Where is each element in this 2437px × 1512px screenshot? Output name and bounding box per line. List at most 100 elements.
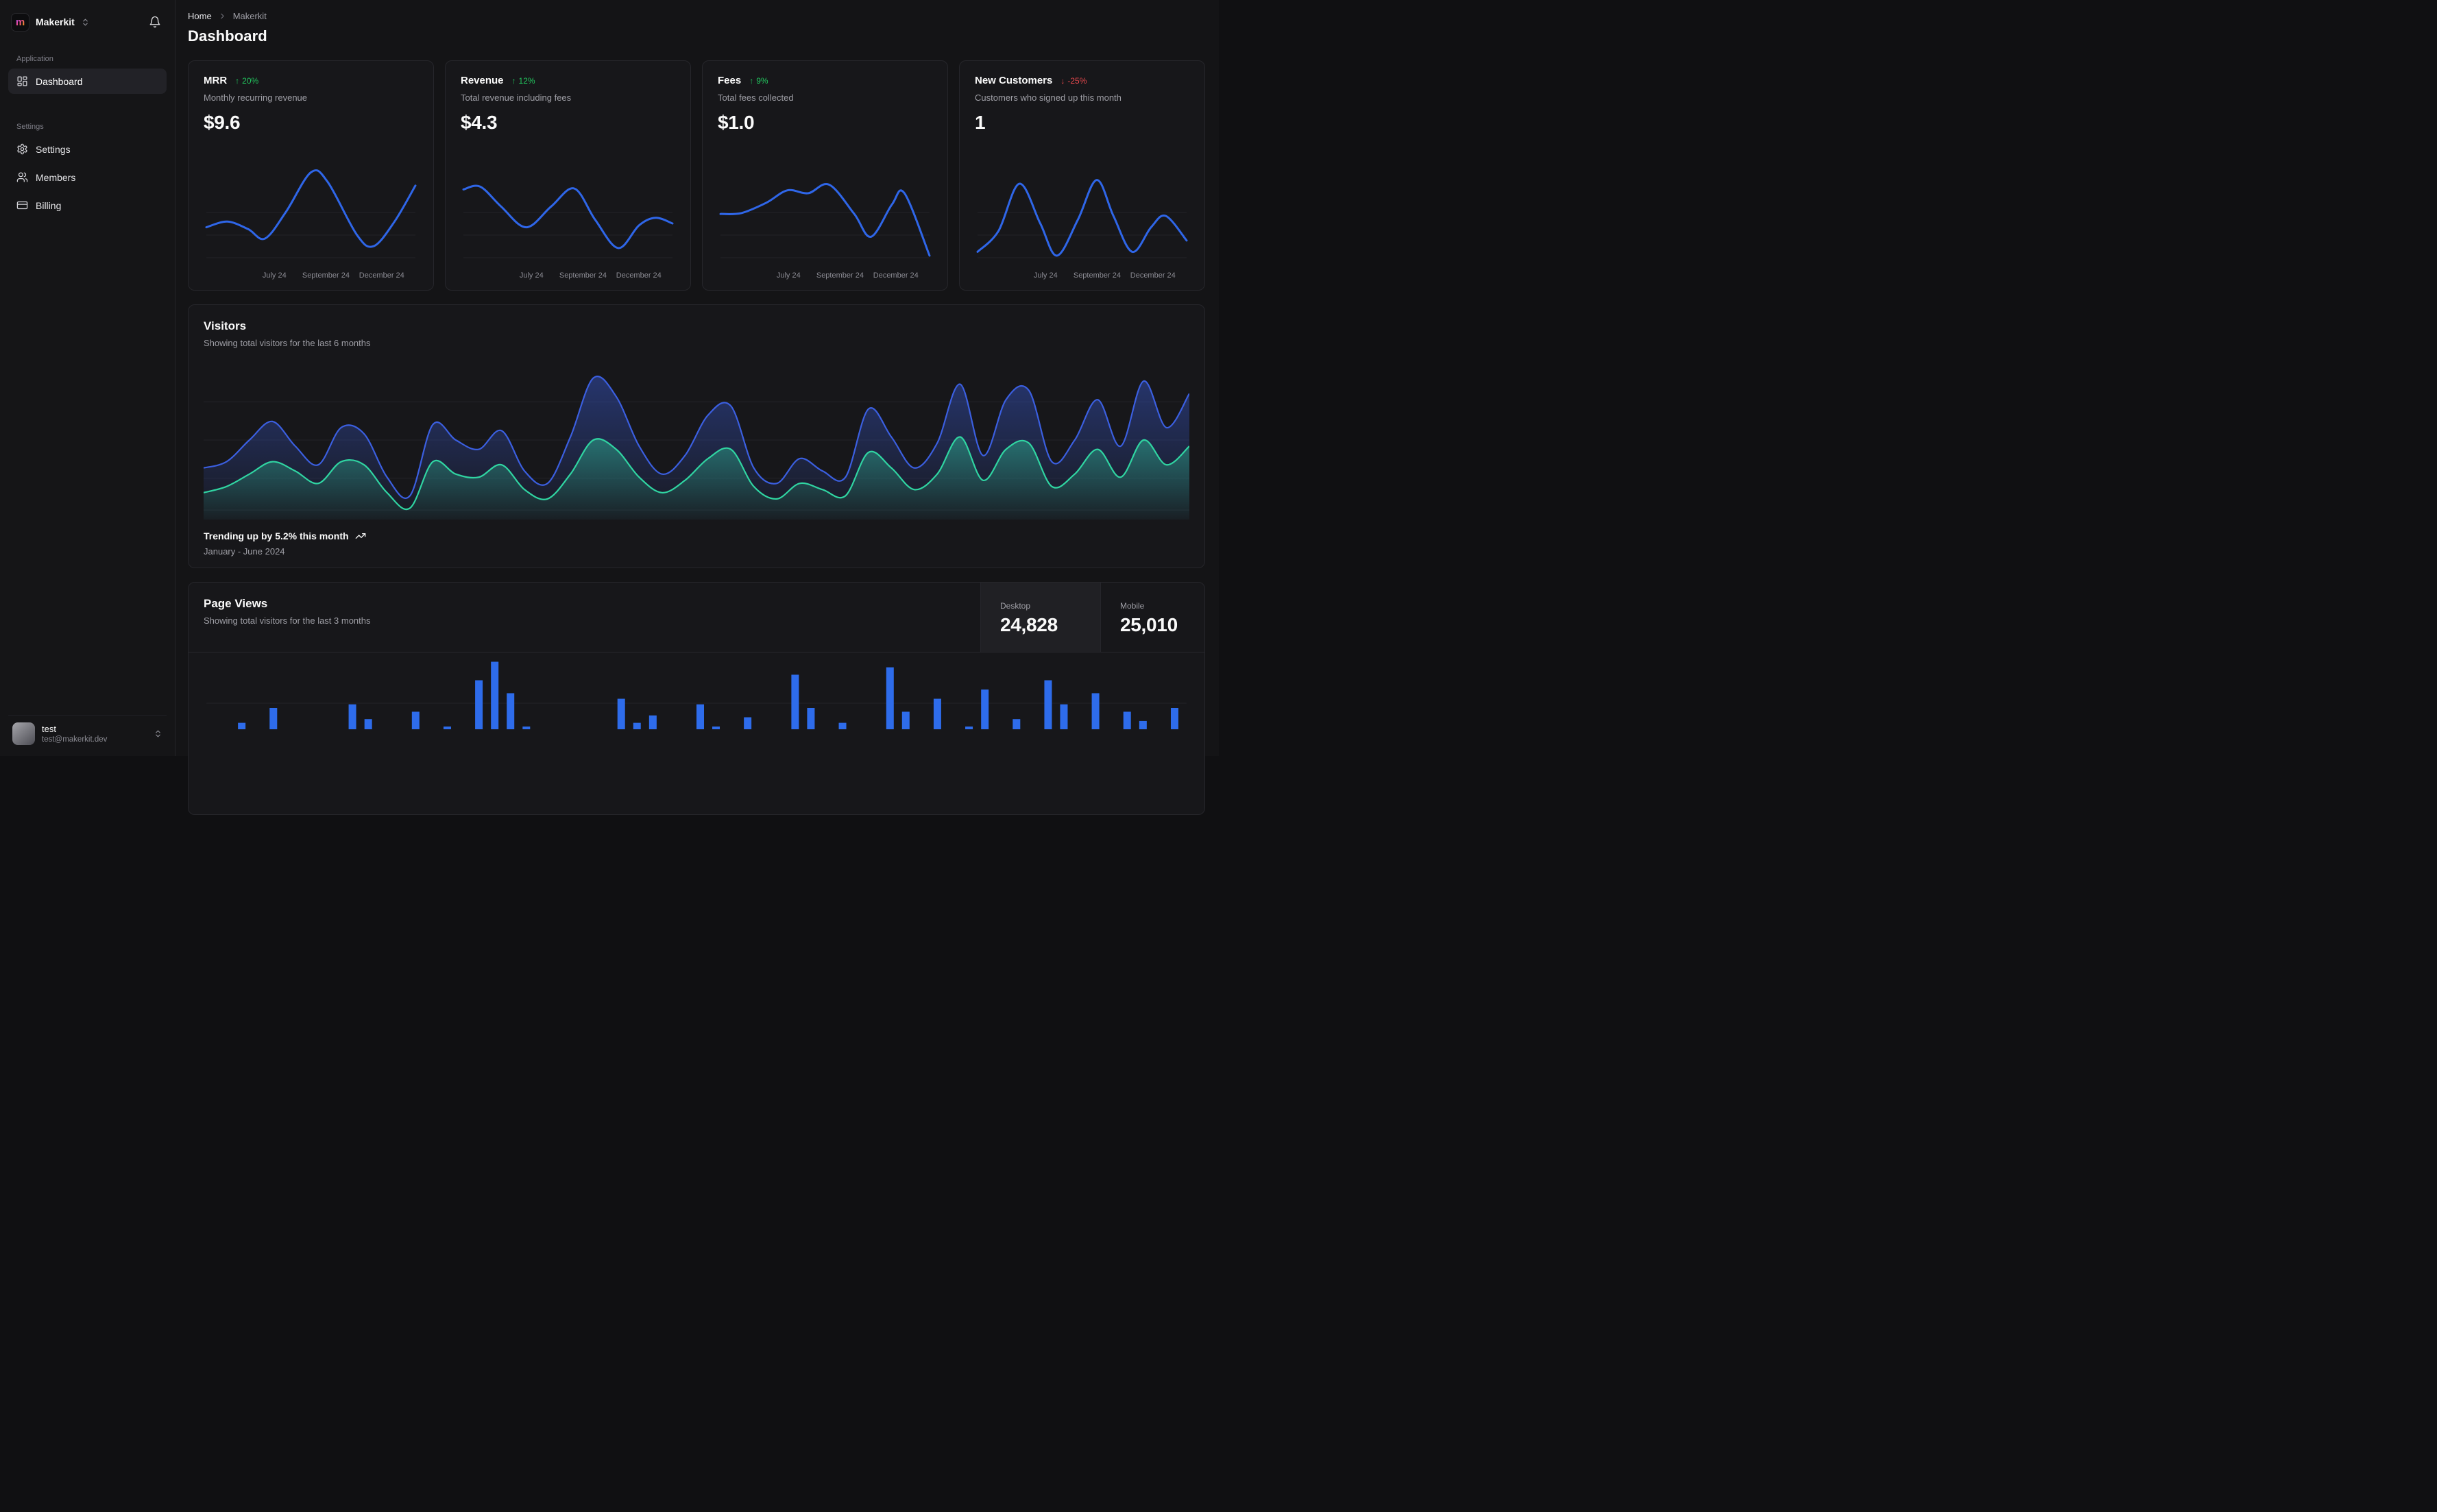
stat-title: MRR <box>204 75 228 86</box>
dashboard-icon <box>16 75 28 87</box>
breadcrumb: Home Makerkit <box>188 11 1205 21</box>
page-views-title: Page Views <box>204 597 268 610</box>
trend-arrow-icon: ↓ <box>1060 76 1065 86</box>
main-content: Home Makerkit Dashboard MRR ↑ 20% Monthl… <box>175 0 1219 815</box>
stat-subtitle: Total fees collected <box>718 93 794 103</box>
avatar <box>12 722 35 745</box>
sidebar-header: m Makerkit <box>8 7 167 37</box>
stat-title: Revenue <box>461 75 504 86</box>
trend-arrow-icon: ↑ <box>749 76 754 86</box>
sidebar-item-members[interactable]: Members <box>8 164 167 190</box>
visitors-period: January - June 2024 <box>204 546 285 557</box>
trend-badge: ↑ 12% <box>512 76 535 86</box>
chevrons-up-down-icon <box>154 729 162 738</box>
visitors-card: Visitors Showing total visitors for the … <box>188 304 1205 568</box>
visitors-area-chart <box>204 376 1189 520</box>
visitors-subtitle: Showing total visitors for the last 6 mo… <box>204 338 371 348</box>
team-name: Makerkit <box>36 16 75 27</box>
sidebar-item-label: Settings <box>36 143 71 155</box>
sidebar-item-settings[interactable]: Settings <box>8 136 167 162</box>
x-axis: July 24 September 24 December 24 <box>718 269 932 283</box>
revenue-sparkline-chart <box>462 184 674 258</box>
trend-value: -25% <box>1067 76 1087 86</box>
stat-card-fees: Fees ↑ 9% Total fees collected $1.0 July… <box>702 60 948 291</box>
x-tick: July 24 <box>1033 271 1058 280</box>
trend-value: 20% <box>242 76 259 86</box>
sidebar-section-application: Application <box>16 55 53 63</box>
trending-up-icon <box>355 531 366 541</box>
x-axis: July 24 September 24 December 24 <box>461 269 675 283</box>
segment-value: 24,828 <box>1000 614 1058 635</box>
chevron-right-icon <box>218 12 227 21</box>
visitors-trend-text: Trending up by 5.2% this month <box>204 531 349 541</box>
trend-value: 9% <box>756 76 768 86</box>
trend-badge: ↓ -25% <box>1060 76 1087 86</box>
app-root: m Makerkit Application Dashboard Setting… <box>0 0 1219 815</box>
user-name: test <box>42 724 56 734</box>
sidebar-item-billing[interactable]: Billing <box>8 193 167 218</box>
x-tick: December 24 <box>873 271 919 280</box>
page-title: Dashboard <box>188 27 267 45</box>
sidebar-item-label: Members <box>36 171 76 183</box>
mrr-sparkline-chart <box>205 169 417 258</box>
x-tick: September 24 <box>816 271 864 280</box>
stat-card-row: MRR ↑ 20% Monthly recurring revenue $9.6… <box>188 60 1205 291</box>
user-email: test@makerkit.dev <box>42 735 108 744</box>
stat-card-new-customers: New Customers ↓ -25% Customers who signe… <box>959 60 1205 291</box>
page-views-bar-chart <box>206 661 1187 729</box>
x-tick: September 24 <box>302 271 350 280</box>
stat-value: $4.3 <box>461 112 498 133</box>
trend-arrow-icon: ↑ <box>511 76 516 86</box>
credit-card-icon <box>16 199 28 211</box>
sidebar-item-label: Billing <box>36 199 62 211</box>
x-tick: July 24 <box>519 271 544 280</box>
segment-desktop[interactable]: Desktop 24,828 <box>980 583 1100 652</box>
bell-icon <box>149 16 161 28</box>
visitors-title: Visitors <box>204 319 247 332</box>
sidebar-item-dashboard[interactable]: Dashboard <box>8 69 167 94</box>
stat-subtitle: Total revenue including fees <box>461 93 572 103</box>
x-tick: December 24 <box>616 271 662 280</box>
makerkit-logo: m <box>11 12 29 32</box>
segment-mobile[interactable]: Mobile 25,010 <box>1100 583 1204 652</box>
trend-badge: ↑ 9% <box>749 76 768 86</box>
breadcrumb-home[interactable]: Home <box>188 11 212 21</box>
x-tick: September 24 <box>559 271 607 280</box>
trend-arrow-icon: ↑ <box>235 76 240 86</box>
x-tick: July 24 <box>262 271 287 280</box>
trend-badge: ↑ 20% <box>235 76 258 86</box>
page-views-card: Page Views Showing total visitors for th… <box>188 582 1205 815</box>
stat-card-revenue: Revenue ↑ 12% Total revenue including fe… <box>445 60 691 291</box>
segment-value: 25,010 <box>1120 614 1178 635</box>
segment-label: Mobile <box>1120 601 1145 611</box>
x-tick: July 24 <box>776 271 801 280</box>
page-views-subtitle: Showing total visitors for the last 3 mo… <box>204 615 371 626</box>
stat-title: Fees <box>718 75 742 86</box>
x-tick: December 24 <box>359 271 404 280</box>
sidebar-item-label: Dashboard <box>36 75 83 87</box>
sidebar: m Makerkit Application Dashboard Setting… <box>0 0 175 756</box>
x-axis: July 24 September 24 December 24 <box>975 269 1189 283</box>
stat-value: 1 <box>975 112 986 133</box>
gear-icon <box>16 143 28 155</box>
breadcrumb-current: Makerkit <box>232 11 267 21</box>
fees-sparkline-chart <box>719 183 931 258</box>
user-menu[interactable]: test test@makerkit.dev <box>8 715 167 749</box>
stat-value: $9.6 <box>204 112 241 133</box>
x-axis: July 24 September 24 December 24 <box>204 269 418 283</box>
stat-subtitle: Monthly recurring revenue <box>204 93 308 103</box>
x-tick: September 24 <box>1073 271 1121 280</box>
x-tick: December 24 <box>1130 271 1176 280</box>
stat-card-mrr: MRR ↑ 20% Monthly recurring revenue $9.6… <box>188 60 434 291</box>
users-icon <box>16 171 28 183</box>
sidebar-section-settings: Settings <box>16 123 44 131</box>
stat-subtitle: Customers who signed up this month <box>975 93 1121 103</box>
new-customers-sparkline-chart <box>976 179 1188 258</box>
stat-title: New Customers <box>975 75 1053 86</box>
team-switcher[interactable]: m Makerkit <box>11 12 145 32</box>
logo-letter: m <box>15 16 25 28</box>
trend-value: 12% <box>518 76 535 86</box>
notifications-button[interactable] <box>145 12 165 32</box>
segment-label: Desktop <box>1000 601 1031 611</box>
stat-value: $1.0 <box>718 112 755 133</box>
